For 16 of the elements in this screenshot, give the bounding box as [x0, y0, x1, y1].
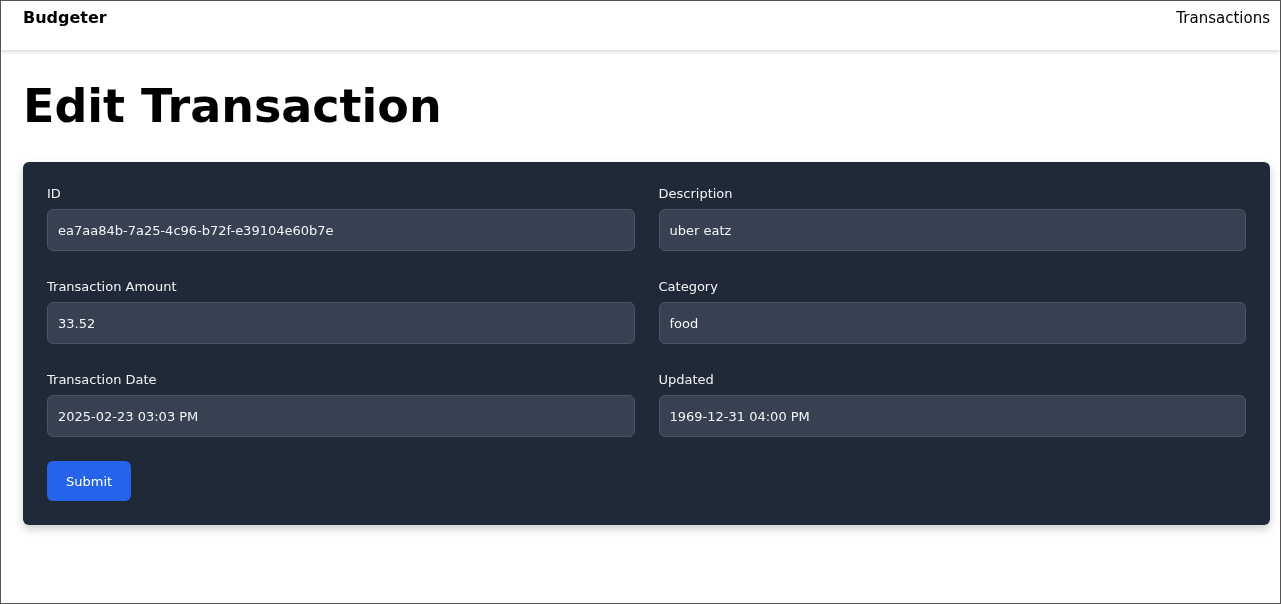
field-label: Updated: [658, 372, 715, 387]
nav-link[interactable]: Transactions: [1176, 9, 1270, 27]
input-field[interactable]: 33.52: [47, 302, 635, 344]
brand-name: Budgeter: [23, 8, 107, 27]
input-field[interactable]: food: [658, 302, 1246, 344]
field-label: Description: [658, 186, 734, 201]
page-title: Edit Transaction: [23, 78, 443, 134]
field-label: Transaction Date: [47, 372, 158, 387]
field-label: Transaction Amount: [47, 279, 178, 294]
submit-button[interactable]: Submit: [47, 461, 132, 501]
field-label: Category: [658, 279, 719, 294]
input-field[interactable]: ea7aa84b-7a25-4c96-b72f-e39104e60b7e: [47, 209, 635, 251]
input-field[interactable]: 1969-12-31 04:00 PM: [658, 395, 1246, 437]
input-field[interactable]: uber eatz: [658, 209, 1246, 251]
input-field[interactable]: 2025-02-23 03:03 PM: [47, 395, 635, 437]
field-label: ID: [47, 186, 62, 201]
